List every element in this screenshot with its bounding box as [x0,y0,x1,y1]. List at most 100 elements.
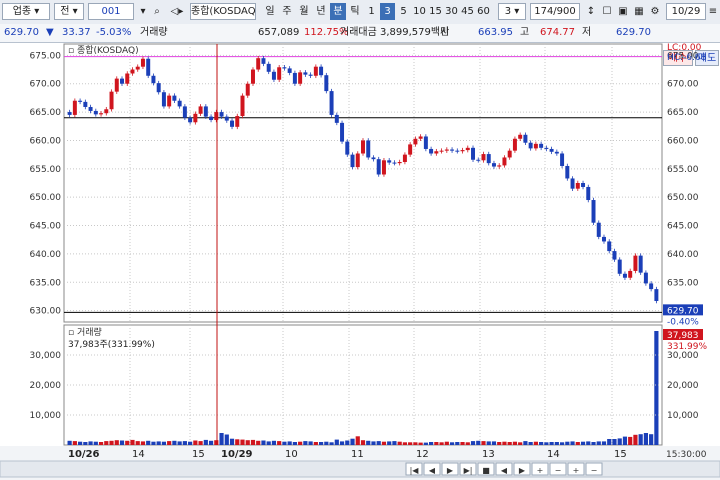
candle-body [518,134,523,139]
volume-bar [502,441,507,445]
candle-body [471,147,476,160]
interval-tab-30[interactable]: 30 [444,3,459,20]
pin-icon[interactable]: ↕ [584,3,598,20]
volume-bar [575,442,580,445]
volume-bar [83,442,88,445]
interval-tab-60[interactable]: 60 [476,3,491,20]
interval-select[interactable]: 3 ▾ [498,3,526,20]
save-icon[interactable]: ▣ [616,3,630,20]
candle-body [261,58,266,64]
volume-bar [339,441,345,445]
candle-body [460,150,465,152]
interval-tab-3[interactable]: 3 [380,3,395,20]
candle-body [256,58,261,70]
volume-bar [98,442,104,445]
volume-bar [266,441,271,445]
candlestick-chart[interactable]: 630.00630.00635.00635.00640.00640.00645.… [0,42,720,480]
symbol-name: 종합(KOSDAQ) [190,3,256,20]
down-arrow-icon: ▼ [46,27,54,38]
candle-body [387,160,392,163]
timeframe-tab-4[interactable]: 분 [330,3,346,20]
price-tick-left: 630.00 [30,307,62,317]
volume-bar [219,433,224,445]
timeframe-tab-0[interactable]: 일 [262,3,278,20]
volume-tick-left: 30,000 [30,351,62,361]
candle-body [350,154,355,168]
price-tick-left: 650.00 [30,193,62,203]
interval-tab-45[interactable]: 45 [460,3,475,20]
search-icon[interactable]: ⌕ [150,3,164,20]
calendar-icon[interactable]: ▦ [632,3,646,20]
market-select[interactable]: 업종 ▾ [2,3,50,20]
candle-body [72,100,77,115]
candle-body [156,83,161,93]
volume-bar [72,441,77,445]
interval-tab-15[interactable]: 15 [428,3,443,20]
interval-tab-5[interactable]: 5 [396,3,411,20]
volume-bar [444,441,449,445]
volume-bar [125,440,130,445]
timeframe-tab-5[interactable]: 틱 [347,3,363,20]
price-tick-left: 645.00 [30,222,62,232]
volume-value: 657,089 [258,27,300,38]
volume-bar [601,441,607,445]
price-tick-left: 635.00 [30,278,62,288]
candle-body [413,138,418,145]
candle-body [423,136,428,149]
price-tick-right: 635.00 [667,278,699,288]
candle-body [193,113,198,123]
volume-bar [324,441,329,445]
menu-icon[interactable]: ≡ [706,3,720,20]
amount-label: 거래대금 [340,27,377,38]
candle-body [476,159,481,161]
candle-body [507,150,512,158]
timeframe-tab-3[interactable]: 년 [313,3,329,20]
candle-body [549,148,554,152]
settings-icon[interactable]: ⚙ [648,3,662,20]
candle-body [303,72,308,75]
last-price-label: 629.70 [667,306,699,316]
volume-bar [518,442,523,445]
volume-bar [376,441,381,445]
code-input[interactable]: 001 [88,3,134,20]
candle-body [392,162,397,164]
timeframe-tab-2[interactable]: 월 [296,3,312,20]
candle-body [528,142,533,149]
interval-tab-10[interactable]: 10 [412,3,427,20]
scroll-button-icon: ▶| [464,466,473,475]
candle-body [570,178,575,189]
candle-body [329,91,334,115]
candle-body [376,159,381,175]
scroll-button-icon: − [591,466,598,475]
dropdown-icon[interactable]: ▾ [136,3,150,20]
volume-bar [146,440,151,445]
timeframe-tab-1[interactable]: 주 [279,3,295,20]
price-tick-right: 670.00 [667,80,699,90]
candle-body [371,157,376,160]
volume-bar [371,441,376,445]
range-display: 174/900 [530,3,580,20]
current-price: 629.70 [4,27,39,38]
volume-bar [109,440,114,445]
volume-bar [397,441,402,445]
price-tick-right: 665.00 [667,108,699,118]
candle-body [397,162,402,164]
candle-body [67,112,72,115]
volume-bar [476,440,481,445]
volume-bar [208,440,214,445]
volume-bar [224,434,229,445]
volume-tick-left: 10,000 [30,411,62,421]
volume-bar [429,442,434,445]
candle-body [381,160,386,175]
candle-body [177,100,182,107]
volume-bar [355,436,360,445]
interval-tab-1[interactable]: 1 [364,3,379,20]
candle-body [266,63,271,72]
period-select[interactable]: 전 ▾ [54,3,84,20]
sound-icon[interactable]: ◁▸ [164,3,190,20]
candle-body [633,255,638,271]
candle-body [167,95,172,107]
x-tick-label: 15 [614,449,627,460]
checkbox-icon[interactable]: ☐ [600,3,614,20]
candle-body [596,222,601,237]
